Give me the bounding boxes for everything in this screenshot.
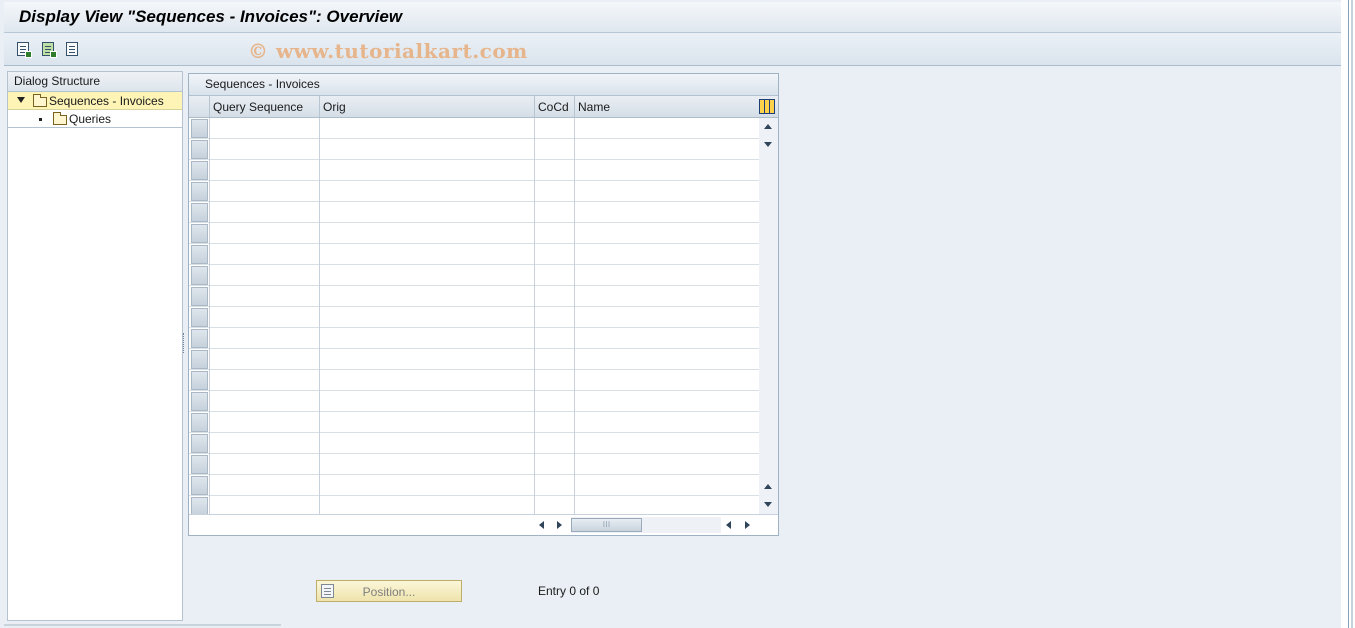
watermark: © www.tutorialkart.com bbox=[248, 39, 528, 63]
column-header-cocd[interactable]: CoCd bbox=[534, 96, 574, 117]
row-selector[interactable] bbox=[191, 203, 208, 222]
table-row[interactable] bbox=[189, 160, 759, 181]
application-toolbar: © www.tutorialkart.com bbox=[4, 34, 1341, 66]
bullet-icon bbox=[39, 118, 42, 121]
table-row[interactable] bbox=[189, 223, 759, 244]
row-selector[interactable] bbox=[191, 392, 208, 411]
expand-arrow-icon[interactable] bbox=[17, 97, 25, 103]
scroll-left-end-icon[interactable] bbox=[726, 521, 731, 529]
table-row[interactable] bbox=[189, 370, 759, 391]
dialog-structure-header: Dialog Structure bbox=[8, 72, 182, 92]
tree-node-sequences-invoices[interactable]: Sequences - Invoices bbox=[8, 92, 182, 110]
position-button-label: Position... bbox=[362, 585, 416, 599]
select-block-button[interactable] bbox=[39, 40, 57, 58]
row-selector[interactable] bbox=[191, 182, 208, 201]
table-row[interactable] bbox=[189, 181, 759, 202]
tree-node-queries[interactable]: Queries bbox=[8, 110, 182, 128]
entry-counter: Entry 0 of 0 bbox=[538, 584, 600, 598]
table-row[interactable] bbox=[189, 475, 759, 496]
scroll-right-end-icon[interactable] bbox=[745, 521, 750, 529]
panel-splitter[interactable] bbox=[183, 333, 186, 353]
table-row[interactable] bbox=[189, 391, 759, 412]
row-selector[interactable] bbox=[191, 266, 208, 285]
scroll-down-icon[interactable] bbox=[764, 142, 772, 147]
table-row[interactable] bbox=[189, 139, 759, 160]
row-selector[interactable] bbox=[191, 245, 208, 264]
table-body bbox=[189, 118, 759, 517]
table-settings-icon[interactable] bbox=[759, 99, 775, 114]
column-header-query-sequence[interactable]: Query Sequence bbox=[209, 96, 319, 117]
table-row[interactable] bbox=[189, 265, 759, 286]
row-selector[interactable] bbox=[191, 287, 208, 306]
vertical-scrollbar[interactable] bbox=[759, 118, 778, 514]
table-row[interactable] bbox=[189, 244, 759, 265]
table-row[interactable] bbox=[189, 286, 759, 307]
table-row[interactable] bbox=[189, 433, 759, 454]
row-selector[interactable] bbox=[191, 455, 208, 474]
tree-node-label: Queries bbox=[69, 112, 112, 126]
page-title: Display View "Sequences - Invoices": Ove… bbox=[19, 7, 403, 26]
row-selector[interactable] bbox=[191, 329, 208, 348]
scroll-thumb[interactable]: ⁝⁝⁝ bbox=[571, 518, 642, 532]
scroll-page-up-icon[interactable] bbox=[764, 484, 772, 489]
table-row[interactable] bbox=[189, 454, 759, 475]
horizontal-scrollbar[interactable]: ⁝⁝⁝ bbox=[189, 514, 778, 535]
table-row[interactable] bbox=[189, 349, 759, 370]
scroll-up-icon[interactable] bbox=[764, 124, 772, 129]
row-selector[interactable] bbox=[191, 434, 208, 453]
scroll-right-icon[interactable] bbox=[557, 521, 562, 529]
folder-icon bbox=[53, 112, 67, 125]
dialog-structure-panel: Dialog Structure Sequences - Invoices Qu… bbox=[7, 71, 183, 621]
table-row[interactable] bbox=[189, 328, 759, 349]
table-row[interactable] bbox=[189, 412, 759, 433]
row-selector[interactable] bbox=[191, 140, 208, 159]
row-selector[interactable] bbox=[191, 224, 208, 243]
scroll-left-icon[interactable] bbox=[539, 521, 544, 529]
row-selector[interactable] bbox=[191, 350, 208, 369]
folder-open-icon bbox=[33, 94, 47, 107]
deselect-all-icon bbox=[66, 42, 78, 56]
table-row[interactable] bbox=[189, 118, 759, 139]
deselect-all-button[interactable] bbox=[63, 40, 81, 58]
row-selector[interactable] bbox=[191, 161, 208, 180]
title-bar: Display View "Sequences - Invoices": Ove… bbox=[4, 2, 1341, 33]
position-button[interactable]: Position... bbox=[316, 580, 462, 602]
sap-window: Display View "Sequences - Invoices": Ove… bbox=[0, 0, 1341, 628]
select-all-rows-cell[interactable] bbox=[189, 96, 209, 117]
select-block-icon bbox=[42, 42, 57, 58]
select-all-button[interactable] bbox=[14, 40, 32, 58]
window-edge bbox=[1348, 0, 1355, 628]
table-title: Sequences - Invoices bbox=[189, 74, 778, 96]
table-row[interactable] bbox=[189, 307, 759, 328]
column-header-name[interactable]: Name bbox=[574, 96, 759, 117]
scroll-page-down-icon[interactable] bbox=[764, 502, 772, 507]
table-row[interactable] bbox=[189, 202, 759, 223]
row-selector[interactable] bbox=[191, 308, 208, 327]
table-control: Sequences - Invoices Query Sequence Orig… bbox=[188, 73, 779, 536]
row-selector[interactable] bbox=[191, 371, 208, 390]
row-selector[interactable] bbox=[191, 413, 208, 432]
tree-node-label: Sequences - Invoices bbox=[49, 94, 164, 108]
column-header-row: Query Sequence Orig CoCd Name bbox=[189, 96, 778, 118]
row-selector[interactable] bbox=[191, 476, 208, 495]
column-header-orig[interactable]: Orig bbox=[319, 96, 534, 117]
select-all-icon bbox=[17, 42, 32, 58]
row-selector[interactable] bbox=[191, 119, 208, 138]
